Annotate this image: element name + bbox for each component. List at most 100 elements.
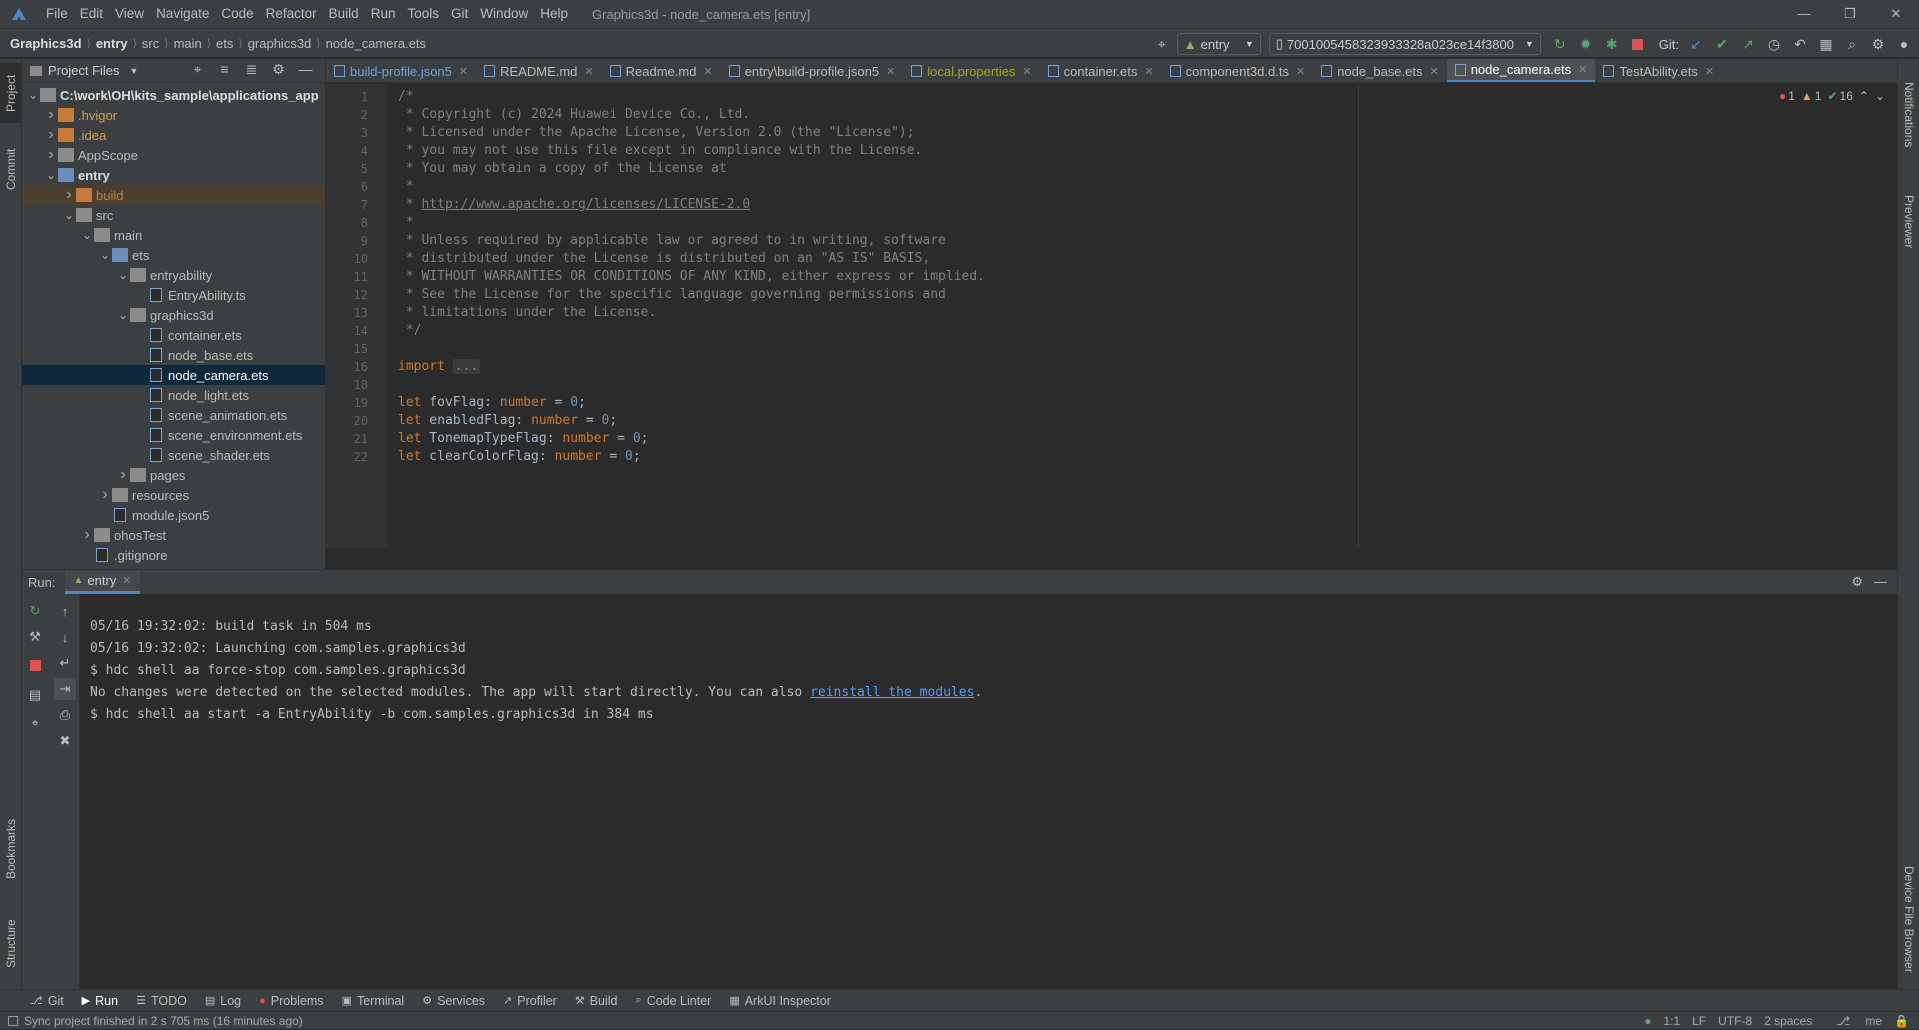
tree-item[interactable]: › resources xyxy=(22,485,325,505)
editor-tab[interactable]: Readme.md ✕ xyxy=(602,59,721,82)
git-update-icon[interactable]: ↙ xyxy=(1685,33,1707,55)
bookmarks-tool-tab[interactable]: Bookmarks xyxy=(0,809,22,889)
caret-position[interactable]: 1:1 xyxy=(1663,1014,1680,1028)
project-view-select[interactable]: Project Files xyxy=(48,63,120,78)
attach-debugger-icon[interactable]: ✱ xyxy=(1601,33,1623,55)
previewer-tool-tab[interactable]: Previewer xyxy=(1898,177,1919,267)
code-line[interactable]: * http://www.apache.org/licenses/LICENSE… xyxy=(398,196,750,214)
tree-item[interactable]: › build xyxy=(22,185,325,205)
scroll-to-end-icon[interactable]: ⇥ xyxy=(54,678,76,700)
chevron-down-icon[interactable]: ⌄ xyxy=(116,268,130,282)
menu-git[interactable]: Git xyxy=(445,0,474,28)
notifications-tool-tab[interactable]: Notifications xyxy=(1898,65,1919,165)
tool-window-todo[interactable]: ☰ TODO xyxy=(136,994,187,1008)
device-select[interactable]: ▯ 7001005458323933328a023ce14f3800 ▼ xyxy=(1268,33,1541,55)
editor-tab[interactable]: component3d.d.ts ✕ xyxy=(1162,59,1314,82)
minimize-button[interactable]: — xyxy=(1781,0,1827,28)
close-button[interactable]: ✕ xyxy=(1873,0,1919,28)
target-icon[interactable]: ⌖ xyxy=(1151,33,1173,55)
code-line[interactable]: * distributed under the License is distr… xyxy=(398,250,930,268)
tool-window-services[interactable]: ⚙ Services xyxy=(422,994,485,1008)
lock-icon[interactable]: 🔒 xyxy=(1894,1014,1909,1028)
inspection-widget[interactable]: ● 1 ▲ 1 ✔ 16 ⌃ ⌄ xyxy=(1773,89,1885,103)
structure-tool-tab[interactable]: Structure xyxy=(0,904,22,984)
tool-window-arkui-inspector[interactable]: ▦ ArkUI Inspector xyxy=(729,994,831,1008)
menu-tools[interactable]: Tools xyxy=(401,0,445,28)
run-config-select[interactable]: ▲ entry ▼ xyxy=(1176,33,1261,55)
rerun-icon[interactable]: ↻ xyxy=(24,600,46,622)
tool-window-profiler[interactable]: ↗ Profiler xyxy=(503,994,557,1008)
menu-build[interactable]: Build xyxy=(323,0,365,28)
chevron-right-icon[interactable]: › xyxy=(44,106,58,124)
rerun-icon[interactable]: ↻ xyxy=(1549,33,1571,55)
code-line[interactable]: * Unless required by applicable law or a… xyxy=(398,232,946,250)
git-push-icon[interactable]: ↗ xyxy=(1737,33,1759,55)
close-icon[interactable]: ✕ xyxy=(703,65,712,78)
tree-item[interactable]: ⌄ main xyxy=(22,225,325,245)
tree-item[interactable]: node_camera.ets xyxy=(22,365,325,385)
tree-item[interactable]: ⌄ graphics3d xyxy=(22,305,325,325)
expand-all-icon[interactable]: ≡ xyxy=(211,61,238,78)
tree-item[interactable]: ⌄ entry xyxy=(22,165,325,185)
tree-item[interactable]: module.json5 xyxy=(22,505,325,525)
restore-button[interactable]: ❐ xyxy=(1827,0,1873,28)
tool-window-build[interactable]: ⚒ Build xyxy=(575,994,618,1008)
editor-tab[interactable]: local.properties ✕ xyxy=(903,59,1039,82)
tool-window-code-linter[interactable]: ⌕ Code Linter xyxy=(636,994,712,1008)
code-line[interactable]: let TonemapTypeFlag: number = 0; xyxy=(398,430,648,448)
tree-item[interactable]: scene_environment.ets xyxy=(22,425,325,445)
tree-item[interactable]: › AppScope xyxy=(22,145,325,165)
code-line[interactable]: * WITHOUT WARRANTIES OR CONDITIONS OF AN… xyxy=(398,268,985,286)
editor-tab[interactable]: node_base.ets ✕ xyxy=(1313,59,1447,82)
breadcrumb-item[interactable]: Graphics3d xyxy=(10,36,82,51)
tree-item[interactable]: node_base.ets xyxy=(22,345,325,365)
close-icon[interactable]: ✕ xyxy=(1296,65,1305,78)
device-file-browser-tool-tab[interactable]: Device File Browser xyxy=(1898,849,1919,989)
close-icon[interactable]: ✕ xyxy=(1022,65,1031,78)
tool-window-terminal[interactable]: ▣ Terminal xyxy=(342,994,405,1008)
search-icon[interactable]: ⌕ xyxy=(1841,33,1863,55)
pin-icon[interactable]: ⌖ xyxy=(24,712,46,734)
git-commit-icon[interactable]: ✔ xyxy=(1711,33,1733,55)
file-encoding[interactable]: UTF-8 xyxy=(1718,1014,1752,1028)
up-arrow-icon[interactable]: ↑ xyxy=(54,600,76,622)
tree-item[interactable]: › pages xyxy=(22,465,325,485)
code-line[interactable]: * Copyright (c) 2024 Huawei Device Co., … xyxy=(398,106,750,124)
settings-icon[interactable]: ⚙ xyxy=(1867,33,1889,55)
project-structure-icon[interactable]: ▦ xyxy=(1815,33,1837,55)
trash-icon[interactable]: ✖ xyxy=(54,730,76,752)
settings-icon[interactable]: ⚙ xyxy=(1851,574,1863,590)
chevron-down-icon[interactable]: ⌄ xyxy=(62,208,76,222)
code-line[interactable]: * See the License for the specific langu… xyxy=(398,286,946,304)
chevron-down-icon[interactable]: ▼ xyxy=(130,66,139,76)
menu-refactor[interactable]: Refactor xyxy=(260,0,323,28)
close-icon[interactable]: ✕ xyxy=(1578,63,1587,76)
menu-code[interactable]: Code xyxy=(215,0,259,28)
tree-item[interactable]: ⌄ C:\work\OH\kits_sample\applications_app xyxy=(22,85,325,105)
breadcrumb-item[interactable]: ets xyxy=(216,36,233,51)
code-line[interactable]: * limitations under the License. xyxy=(398,304,656,322)
print-icon[interactable]: ⎙ xyxy=(54,704,76,726)
code-line[interactable]: */ xyxy=(398,322,422,340)
menu-file[interactable]: File xyxy=(40,0,74,28)
close-icon[interactable]: ✕ xyxy=(1429,65,1438,78)
settings-icon[interactable]: ⚙ xyxy=(265,61,292,78)
chevron-down-icon[interactable]: ⌄ xyxy=(80,228,94,242)
chevron-down-icon[interactable]: ⌄ xyxy=(44,168,58,182)
wrench-icon[interactable]: ⚒ xyxy=(24,626,46,648)
run-tab-entry[interactable]: ▲ entry ✕ xyxy=(65,570,140,594)
menu-view[interactable]: View xyxy=(109,0,150,28)
tool-window-problems[interactable]: ● Problems xyxy=(259,994,323,1008)
hide-panel-icon[interactable]: — xyxy=(1874,574,1887,589)
tool-window-log[interactable]: ▤ Log xyxy=(205,994,241,1008)
tree-item[interactable]: node_light.ets xyxy=(22,385,325,405)
breadcrumb-item[interactable]: main xyxy=(174,36,202,51)
project-tool-tab[interactable]: Project xyxy=(0,63,22,123)
tree-item[interactable]: › ohosTest xyxy=(22,525,325,545)
indent-setting[interactable]: 2 spaces xyxy=(1764,1014,1812,1028)
stop-icon[interactable] xyxy=(1627,33,1649,55)
close-icon[interactable]: ✕ xyxy=(459,65,468,78)
close-icon[interactable]: ✕ xyxy=(1144,65,1153,78)
chevron-right-icon[interactable]: › xyxy=(62,186,76,204)
commit-tool-tab[interactable]: Commit xyxy=(0,139,22,199)
